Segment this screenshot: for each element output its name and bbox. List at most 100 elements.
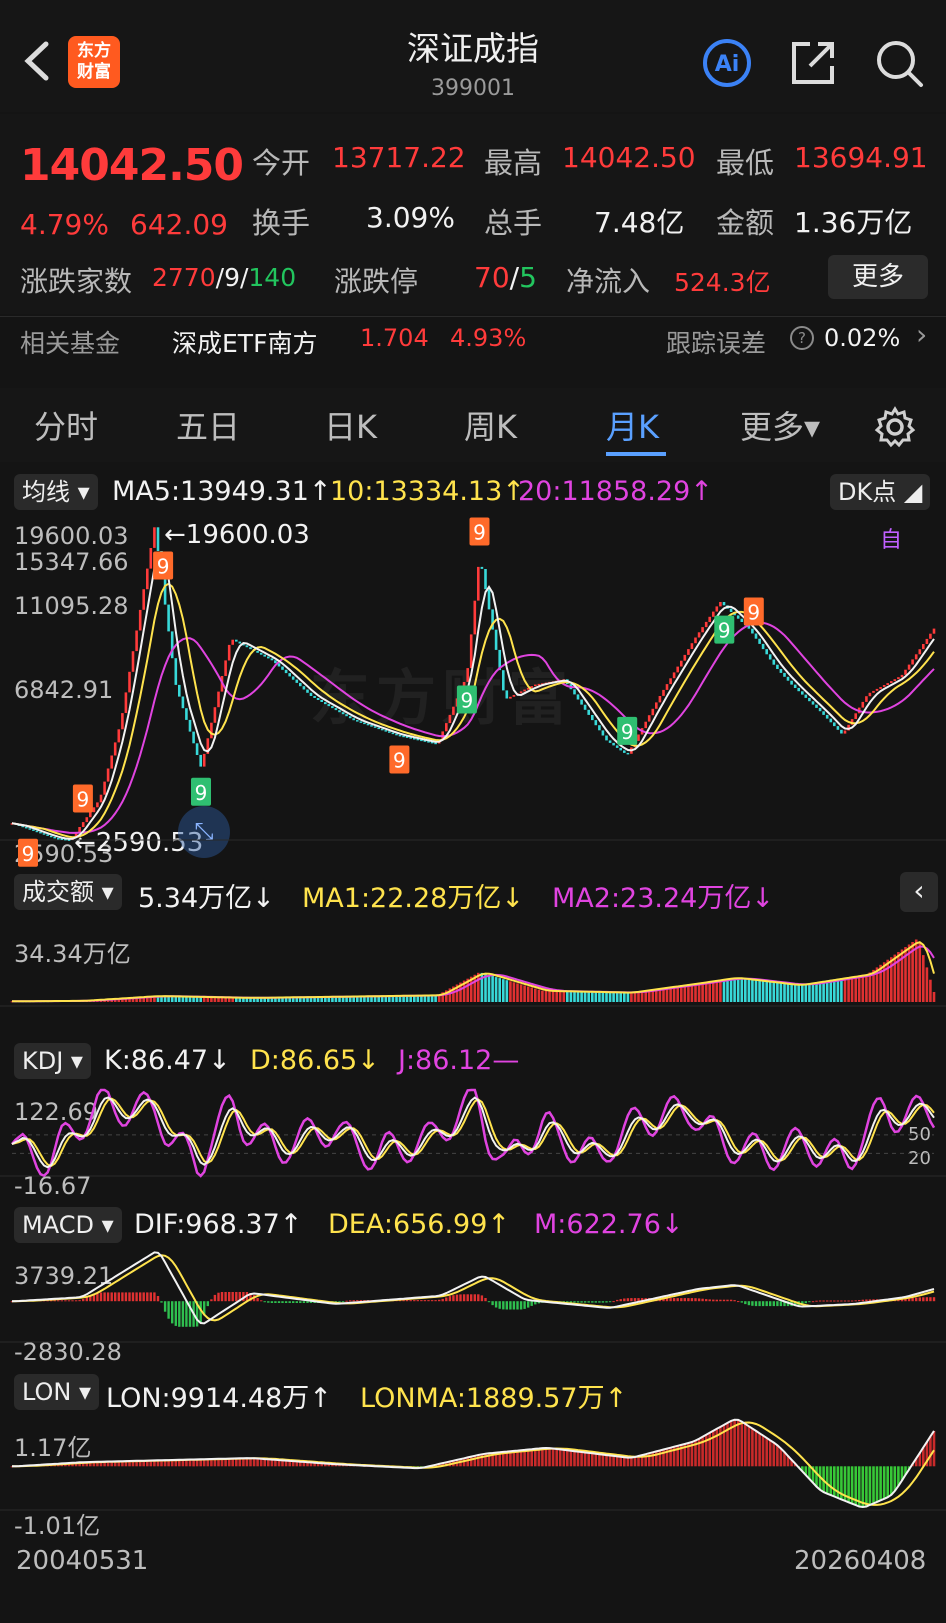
candle xyxy=(658,696,662,703)
lon-bar xyxy=(626,1457,630,1467)
macd-histogram-bar xyxy=(445,1297,448,1302)
tab-intraday[interactable]: 分时 xyxy=(34,402,98,448)
macd-histogram-bar xyxy=(106,1292,110,1302)
macd-histogram-bar xyxy=(349,1300,352,1302)
lon-bar xyxy=(530,1449,533,1467)
candle xyxy=(822,711,825,715)
lon-bar xyxy=(469,1456,473,1467)
candle xyxy=(704,621,708,628)
macd-histogram-bar xyxy=(267,1301,270,1303)
candle xyxy=(918,649,922,655)
breadth-up: 2770 xyxy=(152,263,216,292)
candle xyxy=(594,720,598,726)
candle xyxy=(377,727,380,730)
tab-five-day[interactable]: 五日 xyxy=(176,402,240,448)
candle xyxy=(167,604,170,632)
macd-histogram-bar xyxy=(477,1294,480,1302)
fund-name[interactable]: 深成ETF南方 xyxy=(172,324,317,360)
macd-histogram-bar xyxy=(110,1292,113,1302)
candle xyxy=(512,695,516,697)
macd-histogram-bar xyxy=(847,1300,850,1302)
candle xyxy=(655,702,658,709)
breadth-label: 涨跌家数 xyxy=(20,265,133,298)
tab-monthly[interactable]: 月K xyxy=(606,402,659,448)
tab-more[interactable]: 更多▾ xyxy=(740,402,820,448)
high-value: 14042.50 xyxy=(562,141,696,174)
settings-button[interactable] xyxy=(874,406,916,448)
countdown-marker-label: 9 xyxy=(461,689,474,713)
lon-bar xyxy=(562,1449,566,1467)
candle xyxy=(348,716,352,719)
macd-histogram-bar xyxy=(527,1301,530,1308)
candle xyxy=(865,696,868,702)
candle xyxy=(181,696,185,709)
macd-histogram-bar xyxy=(616,1299,619,1302)
macd-histogram-bar xyxy=(608,1301,612,1303)
search-button[interactable] xyxy=(874,38,924,88)
candle xyxy=(235,639,238,642)
candle xyxy=(751,628,754,634)
ai-button[interactable]: Ai xyxy=(702,38,752,88)
macd-histogram-bar xyxy=(843,1300,847,1302)
candle xyxy=(765,649,768,655)
candle xyxy=(619,747,622,751)
macd-histogram-bar xyxy=(676,1298,679,1302)
macd-histogram-bar xyxy=(231,1292,234,1302)
volume-bar xyxy=(623,992,626,1002)
candle xyxy=(28,828,32,830)
candle xyxy=(302,686,306,690)
candle xyxy=(715,606,719,612)
macd-histogram-bar xyxy=(690,1298,694,1302)
candle xyxy=(24,826,28,829)
candle xyxy=(117,729,121,743)
volume-label: 总手 xyxy=(484,206,543,240)
candle xyxy=(669,678,672,685)
volume-bar xyxy=(719,979,722,1002)
candle xyxy=(719,602,722,607)
kline-chart-area[interactable]: 99 99999999 xyxy=(0,470,946,1623)
candle xyxy=(270,658,274,661)
tab-daily[interactable]: 日K xyxy=(324,402,377,448)
ai-icon: Ai xyxy=(703,39,751,87)
macd-histogram-bar xyxy=(932,1297,936,1302)
candle xyxy=(267,656,270,659)
lon-bar xyxy=(544,1448,548,1467)
volume-bar xyxy=(843,977,847,1002)
lon-bar xyxy=(555,1449,558,1467)
candle xyxy=(356,720,359,722)
volume-bar xyxy=(526,986,530,1002)
candle xyxy=(697,632,701,638)
candle xyxy=(676,666,679,673)
high-label: 最高 xyxy=(484,146,543,180)
macd-dif-line xyxy=(11,1251,935,1325)
candle xyxy=(904,669,907,675)
candle xyxy=(138,609,142,631)
macd-histogram-bar xyxy=(915,1297,918,1302)
help-icon[interactable]: ? xyxy=(790,326,814,350)
volume-bar xyxy=(808,983,811,1002)
macd-histogram-bar xyxy=(918,1297,921,1302)
candle xyxy=(359,721,363,723)
candle xyxy=(384,730,388,732)
macd-histogram-bar xyxy=(705,1299,708,1302)
macd-histogram-bar xyxy=(605,1301,608,1303)
candle xyxy=(316,698,320,700)
candle xyxy=(605,735,608,741)
macd-histogram-bar xyxy=(277,1301,281,1303)
volume-bar xyxy=(704,981,708,1002)
lon-bar xyxy=(768,1440,772,1467)
candle xyxy=(39,831,42,834)
lon-bar xyxy=(523,1449,526,1467)
candle xyxy=(466,668,469,682)
share-button[interactable] xyxy=(790,38,838,86)
volume-bar xyxy=(534,988,537,1002)
volume-bar xyxy=(715,980,719,1002)
tab-weekly[interactable]: 周K xyxy=(464,402,517,448)
lon-bar xyxy=(754,1430,758,1467)
more-button[interactable]: 更多 xyxy=(828,255,928,299)
macd-histogram-bar xyxy=(487,1301,491,1303)
macd-histogram-bar xyxy=(160,1301,163,1303)
turnover-label: 换手 xyxy=(252,206,311,240)
volume-bar xyxy=(772,982,776,1002)
volume-bar xyxy=(790,984,793,1002)
